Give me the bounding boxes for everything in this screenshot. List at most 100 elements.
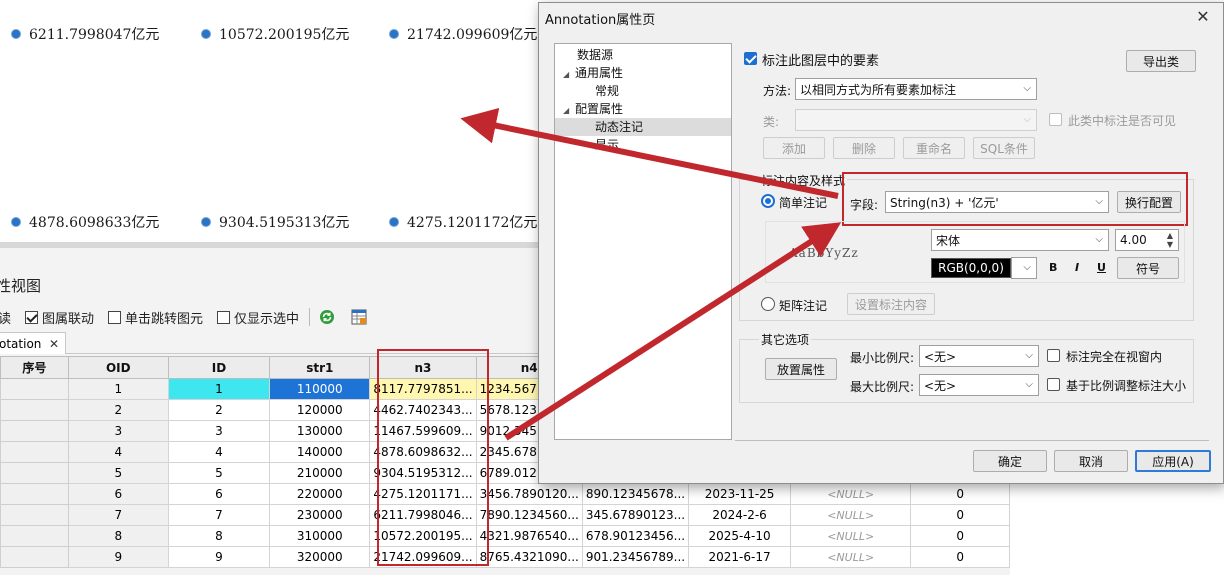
row-number-cell[interactable] <box>0 525 69 547</box>
n4-cell[interactable]: 4321.9876540... <box>475 525 583 547</box>
oid-cell[interactable]: 5 <box>67 462 169 484</box>
close-icon[interactable]: ✕ <box>1195 7 1211 26</box>
value-cell[interactable]: 0 <box>910 504 1010 526</box>
row-number-cell[interactable] <box>0 420 69 442</box>
value-cell[interactable]: 0 <box>910 483 1010 505</box>
column-header[interactable]: n3 <box>369 356 477 379</box>
bold-button[interactable]: B <box>1049 261 1057 274</box>
tree-item-dynamic-annotation[interactable]: 动态注记 <box>555 118 731 136</box>
ok-button[interactable]: 确定 <box>973 450 1047 472</box>
n3-cell[interactable]: 11467.599609... <box>369 420 477 442</box>
id-cell[interactable]: 8 <box>167 525 271 547</box>
tree-item-display[interactable]: 显示 <box>595 136 619 154</box>
null-cell[interactable]: <NULL> <box>790 525 912 547</box>
value-cell[interactable]: 345.67890123... <box>581 504 690 526</box>
apply-button[interactable]: 应用(A) <box>1135 450 1211 472</box>
refresh-icon[interactable] <box>318 308 336 326</box>
date-cell[interactable]: 2021-6-17 <box>688 546 792 568</box>
matrix-label-radio[interactable] <box>761 297 775 311</box>
str1-cell[interactable]: 120000 <box>269 399 371 421</box>
value-cell[interactable]: 0 <box>910 525 1010 547</box>
str1-cell[interactable]: 320000 <box>269 546 371 568</box>
oid-cell[interactable]: 1 <box>67 378 169 400</box>
wrap-config-button[interactable]: 换行配置 <box>1117 191 1181 213</box>
min-scale-select[interactable]: <无> ⌵ <box>919 345 1039 367</box>
tree-item-general[interactable]: ◢ 通用属性 <box>563 64 623 82</box>
n3-cell[interactable]: 21742.099609... <box>369 546 477 568</box>
str1-cell[interactable]: 230000 <box>269 504 371 526</box>
delete-button[interactable]: 删除 <box>833 137 895 159</box>
str1-cell[interactable]: 110000 <box>269 378 371 400</box>
n3-cell[interactable]: 10572.200195... <box>369 525 477 547</box>
str1-cell[interactable]: 220000 <box>269 483 371 505</box>
italic-button[interactable]: I <box>1075 261 1079 274</box>
column-header[interactable]: ID <box>167 356 271 379</box>
tab-annotation[interactable]: otation ✕ <box>0 332 66 354</box>
table-row[interactable]: 7 7 230000 6211.7998046... 7890.1234560... 34… <box>0 504 1010 526</box>
scale-size-checkbox[interactable] <box>1047 378 1060 391</box>
n3-cell[interactable]: 4275.1201171... <box>369 483 477 505</box>
date-cell[interactable]: 2025-4-10 <box>688 525 792 547</box>
oid-cell[interactable]: 8 <box>67 525 169 547</box>
str1-cell[interactable]: 310000 <box>269 525 371 547</box>
str1-cell[interactable]: 210000 <box>269 462 371 484</box>
n4-cell[interactable]: 7890.1234560... <box>475 504 583 526</box>
value-cell[interactable]: 890.12345678... <box>581 483 690 505</box>
spinner-arrows-icon[interactable]: ▲ ▼ <box>1167 231 1173 249</box>
tree-item-normal[interactable]: 常规 <box>595 82 619 100</box>
row-number-cell[interactable] <box>0 546 69 568</box>
null-cell[interactable]: <NULL> <box>790 546 912 568</box>
set-content-button[interactable]: 设置标注内容 <box>847 293 935 315</box>
null-cell[interactable]: <NULL> <box>790 504 912 526</box>
placement-button[interactable]: 放置属性 <box>765 358 837 380</box>
oid-cell[interactable]: 9 <box>67 546 169 568</box>
tree-item-config[interactable]: ◢ 配置属性 <box>563 100 623 118</box>
class-visible-checkbox[interactable] <box>1049 113 1062 126</box>
str1-cell[interactable]: 130000 <box>269 420 371 442</box>
value-cell[interactable]: 678.90123456... <box>581 525 690 547</box>
oid-cell[interactable]: 6 <box>67 483 169 505</box>
id-cell[interactable]: 3 <box>167 420 271 442</box>
n3-cell[interactable]: 4462.7402343... <box>369 399 477 421</box>
n3-cell[interactable]: 4878.6098632... <box>369 441 477 463</box>
font-select[interactable]: 宋体 ⌵ <box>931 229 1109 251</box>
table-row[interactable]: 6 6 220000 4275.1201171... 3456.7890120... 89… <box>0 483 1010 505</box>
null-cell[interactable]: <NULL> <box>790 483 912 505</box>
value-cell[interactable]: 0 <box>910 546 1010 568</box>
oid-cell[interactable]: 4 <box>67 441 169 463</box>
expand-arrow-icon[interactable]: ◢ <box>563 66 575 84</box>
id-cell[interactable]: 1 <box>167 378 271 400</box>
row-number-cell[interactable] <box>0 378 69 400</box>
row-number-cell[interactable] <box>0 504 69 526</box>
id-cell[interactable]: 4 <box>167 441 271 463</box>
sql-button[interactable]: SQL条件 <box>973 137 1035 159</box>
fully-in-view-checkbox[interactable] <box>1047 349 1060 362</box>
tree-item-datasource[interactable]: 数据源 <box>577 46 613 64</box>
date-cell[interactable]: 2023-11-25 <box>688 483 792 505</box>
id-cell[interactable]: 2 <box>167 399 271 421</box>
row-number-cell[interactable] <box>0 483 69 505</box>
table-row[interactable]: 9 9 320000 21742.099609... 8765.4321090... 90… <box>0 546 1010 568</box>
column-header[interactable]: 序号 <box>0 356 69 379</box>
font-size-spinner[interactable]: 4.00 ▲ ▼ <box>1115 229 1179 251</box>
n4-cell[interactable]: 3456.7890120... <box>475 483 583 505</box>
n3-cell[interactable]: 9304.5195312... <box>369 462 477 484</box>
row-number-cell[interactable] <box>0 399 69 421</box>
row-number-cell[interactable] <box>0 441 69 463</box>
symbol-button[interactable]: 符号 <box>1117 257 1179 279</box>
value-cell[interactable]: 901.23456789... <box>581 546 690 568</box>
n3-cell[interactable]: 6211.7998046... <box>369 504 477 526</box>
underline-button[interactable]: U <box>1097 261 1106 274</box>
jump-checkbox[interactable]: 单击跳转图元 <box>108 308 203 327</box>
rename-button[interactable]: 重命名 <box>903 137 965 159</box>
cancel-button[interactable]: 取消 <box>1054 450 1128 472</box>
color-dropdown[interactable]: ⌵ <box>1011 257 1037 279</box>
oid-cell[interactable]: 2 <box>67 399 169 421</box>
date-cell[interactable]: 2024-2-6 <box>688 504 792 526</box>
table-row[interactable]: 8 8 310000 10572.200195... 4321.9876540... 67… <box>0 525 1010 547</box>
oid-cell[interactable]: 7 <box>67 504 169 526</box>
column-header[interactable]: str1 <box>269 356 371 379</box>
close-icon[interactable]: ✕ <box>49 337 59 351</box>
only-selected-checkbox[interactable]: 仅显示选中 <box>217 308 299 327</box>
n4-cell[interactable]: 8765.4321090... <box>475 546 583 568</box>
